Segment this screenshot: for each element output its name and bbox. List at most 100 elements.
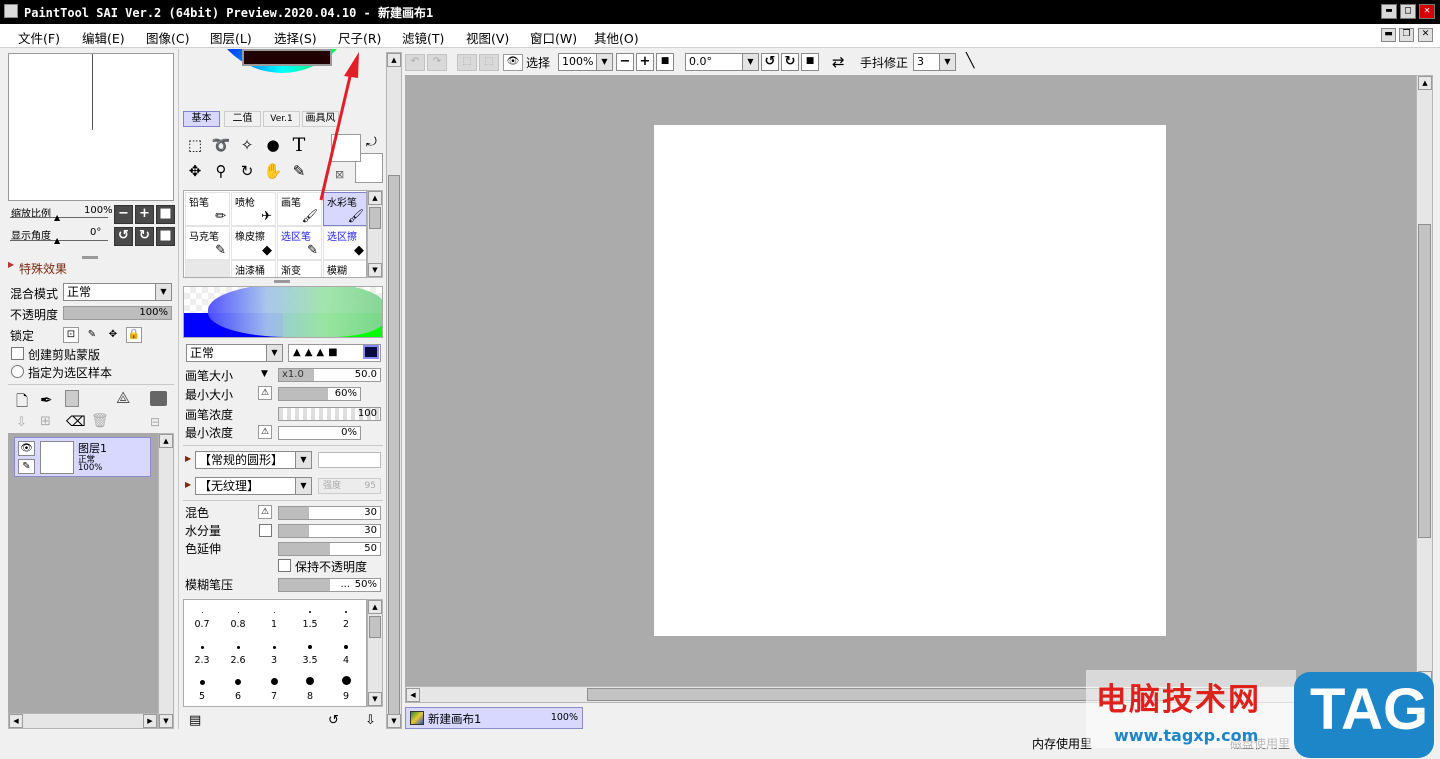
water-slider[interactable]: 30: [278, 524, 381, 538]
blend-mode-select[interactable]: 正常 ▼: [63, 283, 172, 301]
deselect-button[interactable]: ⬚: [457, 54, 477, 71]
effects-header[interactable]: 特殊效果: [19, 260, 67, 277]
brush-airbrush[interactable]: 喷枪 ✈: [231, 192, 276, 226]
brush-pencil[interactable]: 铅笔 ✏: [185, 192, 230, 226]
size-cell[interactable]: 3.5: [292, 636, 328, 668]
layer-list-scrollbar[interactable]: ▲ ▼: [158, 433, 174, 729]
expand-arrow-icon[interactable]: ▶: [185, 480, 191, 489]
rotate-left-button[interactable]: ↺: [761, 53, 779, 71]
tool-hand[interactable]: ✋: [261, 160, 285, 184]
flip-horizontal-icon[interactable]: ⇄: [832, 53, 845, 71]
merge-mask-icon[interactable]: ⊟: [150, 415, 160, 429]
blend-slider[interactable]: 30: [278, 506, 381, 520]
delete-layer-icon[interactable]: 🗑: [91, 413, 109, 429]
navigator-preview[interactable]: [8, 53, 174, 201]
brush-bucket[interactable]: 油漆桶: [231, 260, 276, 277]
lock-all-icon[interactable]: 🔒: [126, 327, 142, 343]
panel-scrollbar[interactable]: ▲ ▼: [386, 52, 402, 729]
straight-line-icon[interactable]: ╲: [966, 53, 974, 69]
zoom-in-button[interactable]: +: [135, 205, 154, 224]
scroll-down-icon[interactable]: ▼: [368, 263, 382, 277]
invert-selection-button[interactable]: ⬚: [479, 54, 499, 71]
edge-hardness-selected[interactable]: [363, 345, 379, 359]
stabilizer-select[interactable]: 3 ▼: [913, 53, 956, 71]
menu-image[interactable]: 图像(C): [146, 28, 189, 47]
drawing-canvas[interactable]: [654, 125, 1166, 636]
canvas-vscrollbar[interactable]: ▲ ▼: [1416, 75, 1433, 686]
texture-strength-field[interactable]: 强度 95: [318, 478, 381, 494]
new-linework-layer-icon[interactable]: ✒: [40, 391, 53, 409]
rotate-right-button[interactable]: ↻: [135, 227, 154, 246]
size-cell[interactable]: 3: [256, 636, 292, 668]
brush-size-scrollbar[interactable]: ▲ ▼: [367, 599, 383, 707]
brush-eraser[interactable]: 橡皮擦 ◆: [231, 226, 276, 260]
close-button[interactable]: ✕: [1419, 4, 1435, 19]
apply-mask-icon[interactable]: [150, 391, 167, 406]
zoom-out-button[interactable]: −: [114, 205, 133, 224]
brush-empty-slot[interactable]: [185, 260, 230, 277]
tool-move[interactable]: ✥: [183, 160, 207, 184]
rotate-reset-button[interactable]: ■: [801, 53, 819, 71]
tab-ver1[interactable]: Ver.1: [263, 111, 300, 127]
splitter-grip[interactable]: [274, 280, 290, 283]
minimize-button[interactable]: ▬: [1381, 4, 1397, 19]
layer-list-hscrollbar[interactable]: ◀ ▶: [8, 713, 158, 729]
redo-button[interactable]: ↷: [427, 54, 447, 71]
zoom-reset-button[interactable]: ■: [656, 53, 674, 71]
menu-edit[interactable]: 编辑(E): [82, 28, 125, 47]
reset-icon[interactable]: ↺: [328, 713, 339, 728]
size-cell[interactable]: 0.8: [220, 600, 256, 632]
tool-lasso[interactable]: ➰: [209, 134, 233, 158]
tab-binary[interactable]: 二值: [224, 111, 261, 127]
min-density-slider[interactable]: 0%: [278, 426, 361, 440]
scroll-up-icon[interactable]: ▲: [159, 434, 173, 448]
save-preset-icon[interactable]: ⇩: [365, 713, 376, 728]
angle-select[interactable]: 0.0° ▼: [685, 53, 759, 71]
size-cell[interactable]: 5: [184, 672, 220, 704]
zoom-out-button[interactable]: −: [616, 53, 634, 71]
size-cell[interactable]: 6: [220, 672, 256, 704]
layer-mask-icon[interactable]: ⟁: [116, 388, 130, 408]
tool-rotate[interactable]: ↻: [235, 160, 259, 184]
brush-marker[interactable]: 马克笔 ✎: [185, 226, 230, 260]
zoom-reset-button[interactable]: ■: [156, 205, 175, 224]
expand-arrow-icon[interactable]: ▶: [185, 454, 191, 463]
scroll-thumb[interactable]: [1418, 224, 1431, 538]
lock-paint-icon[interactable]: ✎: [84, 327, 100, 343]
size-cell[interactable]: 9: [328, 672, 364, 704]
brush-shape-select[interactable]: 【常规的圆形】 ▼: [195, 451, 312, 469]
new-layer-icon[interactable]: 🗋: [16, 391, 28, 416]
size-dropdown-icon[interactable]: ▼: [261, 369, 268, 379]
scroll-left-icon[interactable]: ◀: [9, 714, 23, 728]
lock-transparency-icon[interactable]: ⊡: [63, 327, 79, 343]
undo-button[interactable]: ↶: [405, 54, 425, 71]
merge-down-icon[interactable]: ⊞: [40, 414, 51, 429]
scroll-thumb[interactable]: [369, 616, 381, 638]
brush-size-slider[interactable]: x1.0 50.0: [278, 368, 381, 382]
scroll-up-icon[interactable]: ▲: [387, 53, 401, 67]
paint-lock-icon[interactable]: ✎: [18, 459, 35, 474]
mdi-restore-button[interactable]: ❐: [1399, 28, 1414, 42]
size-cell[interactable]: 0.7: [184, 600, 220, 632]
brush-sizes-menu-icon[interactable]: ▤: [189, 713, 201, 728]
size-cell[interactable]: 4: [328, 636, 364, 668]
size-cell[interactable]: 7: [256, 672, 292, 704]
tool-shape[interactable]: ●: [261, 134, 285, 158]
mdi-close-button[interactable]: ✕: [1418, 28, 1433, 42]
transfer-down-icon[interactable]: ⇩: [16, 415, 27, 430]
size-cell[interactable]: 2.3: [184, 636, 220, 668]
brush-gradient[interactable]: 渐变: [277, 260, 322, 277]
lock-move-icon[interactable]: ✥: [105, 327, 121, 343]
size-cell[interactable]: 8: [292, 672, 328, 704]
scroll-up-icon[interactable]: ▲: [368, 600, 382, 614]
brush-texture-select[interactable]: 【无纹理】 ▼: [195, 477, 312, 495]
zoom-in-button[interactable]: +: [636, 53, 654, 71]
clip-mask-checkbox[interactable]: [11, 347, 24, 360]
brush-blur[interactable]: 模糊: [323, 260, 366, 277]
layer-row[interactable]: 👁 ✎ 图层1 正常 100%: [14, 437, 151, 477]
canvas-workspace[interactable]: [405, 75, 1416, 686]
scroll-down-icon[interactable]: ▼: [387, 714, 401, 728]
tool-magic-wand[interactable]: ✧: [235, 134, 259, 158]
menu-layer[interactable]: 图层(L): [210, 28, 252, 47]
selection-source-radio[interactable]: [11, 365, 24, 378]
